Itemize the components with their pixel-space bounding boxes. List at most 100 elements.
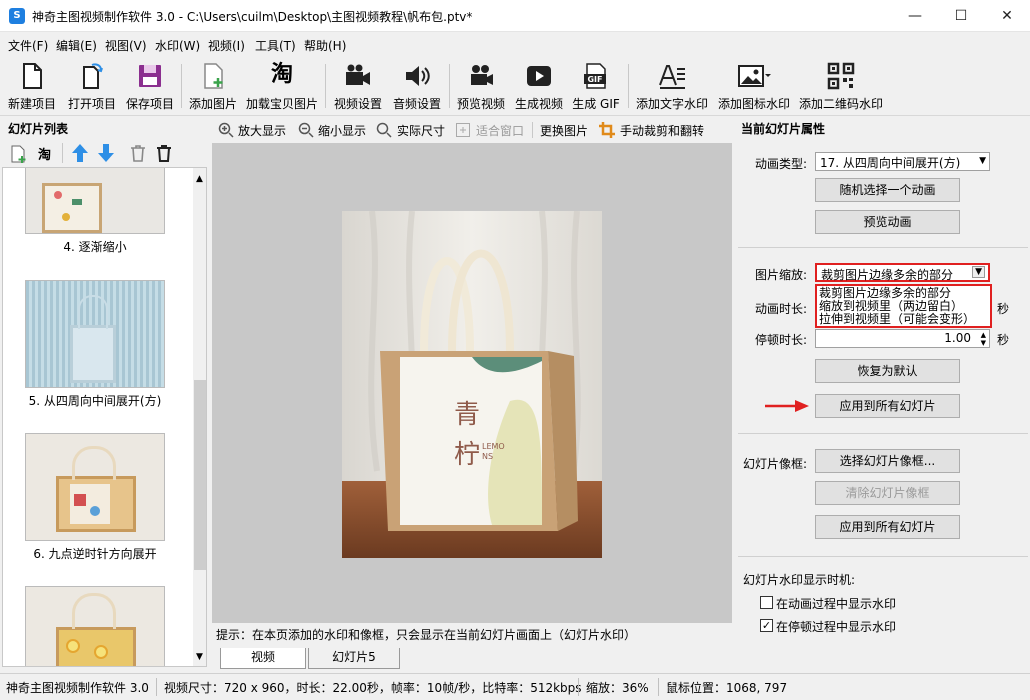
generate-gif-button[interactable]: GIF 生成 GIF [569,59,623,113]
slide-thumbnail-selected[interactable]: 5. 从四周向中间展开(方) [25,280,165,409]
scroll-thumb[interactable] [194,380,206,570]
animation-type-select[interactable]: 17. 从四周向中间展开(方) ▼ [815,152,990,171]
image-scale-select[interactable]: 裁剪图片边缘多余的部分 ▼ [815,263,990,282]
choose-frame-button[interactable]: 选择幻灯片像框... [815,449,960,473]
image-scale-label: 图片缩放: [755,268,808,282]
slide-image [25,586,165,666]
new-project-button[interactable]: 新建项目 [4,59,60,113]
taobao-slide-icon[interactable]: 淘 [38,144,51,163]
add-image-button[interactable]: 添加图片 [186,59,240,113]
add-slide-icon[interactable] [8,144,28,164]
animation-duration-label: 动画时长: [755,302,808,316]
save-project-button[interactable]: 保存项目 [122,59,178,113]
zoom-in-button[interactable]: 放大显示 [238,122,286,139]
slide-list-toolbar: 淘 [0,140,210,166]
tab-slide5[interactable]: 幻灯片5 [308,648,400,669]
minimize-button[interactable]: — [892,0,938,32]
reset-default-button[interactable]: 恢复为默认 [815,359,960,383]
menu-file[interactable]: 文件(F) [8,37,48,54]
divider [738,247,1028,248]
speaker-icon [406,66,430,86]
pause-duration-input[interactable]: 1.00 ▲ ▼ [815,329,990,348]
show-during-animation-label[interactable]: 在动画过程中显示水印 [776,595,896,612]
scale-option[interactable]: 拉伸到视频里（可能会变形） [819,313,975,326]
toolbar: 新建项目 打开项目 保存项目 添加图片 淘 加载宝贝图片 视频设置 音频设置 预… [0,56,1030,116]
svg-text:NS: NS [482,452,493,461]
toolbar-separator [628,64,629,108]
toolbar-separator [181,64,182,108]
slide-thumbnail[interactable] [25,586,165,666]
clear-frame-button[interactable]: 清除幻灯片像框 [815,481,960,505]
apply-frame-all-button[interactable]: 应用到所有幻灯片 [815,515,960,539]
qr-code-icon [827,62,855,90]
crop-icon [599,122,615,138]
menu-video[interactable]: 视频(I) [208,37,245,54]
menu-view[interactable]: 视图(V) [105,37,147,54]
close-button[interactable]: ✕ [984,0,1030,32]
chevron-down-icon: ▼ [979,156,986,166]
delete-all-icon[interactable] [154,143,174,163]
video-settings-button[interactable]: 视频设置 [330,59,386,113]
menu-tools[interactable]: 工具(T) [255,37,296,54]
menu-help[interactable]: 帮助(H) [304,37,346,54]
fit-window-button[interactable]: 适合窗口 [476,122,524,139]
toolbar-separator [449,64,450,108]
menu-watermark[interactable]: 水印(W) [155,37,200,54]
slide-image [25,433,165,541]
slide-thumbnail[interactable]: 6. 九点逆时针方向展开 [25,433,165,562]
movie-camera-icon [471,65,493,85]
slide-frame-label: 幻灯片像框: [743,457,808,471]
actual-size-icon [376,122,392,138]
status-app-name: 神奇主图视频制作软件 3.0 [6,681,149,695]
move-up-icon[interactable] [70,143,90,163]
random-animation-button[interactable]: 随机选择一个动画 [815,178,960,202]
status-mouse-position: 鼠标位置：1068, 797 [666,681,788,695]
slide-thumbnail[interactable]: 4. 逐渐缩小 [25,168,165,255]
replace-image-button[interactable]: 更换图片 [540,122,588,139]
image-scale-dropdown[interactable]: 裁剪图片边缘多余的部分 缩放到视频里（两边留白） 拉伸到视频里（可能会变形） [815,284,992,328]
svg-text:柠: 柠 [454,440,480,470]
chevron-down-icon: ▼ [972,266,985,278]
tab-video[interactable]: 视频 [220,648,306,669]
spinner-icon[interactable]: ▲ ▼ [981,331,986,347]
new-file-icon [23,63,42,89]
add-text-watermark-button[interactable]: 添加文字水印 [632,59,712,113]
taobao-icon: 淘 [270,62,293,87]
load-taobao-image-button[interactable]: 淘 加载宝贝图片 [244,59,320,113]
manual-crop-button[interactable]: 手动裁剪和翻转 [620,122,704,139]
slide-preview-image: 青 柠 LEMO NS [342,210,602,558]
apply-all-slides-button[interactable]: 应用到所有幻灯片 [815,394,960,418]
scroll-down-icon[interactable]: ▼ [196,652,203,662]
scroll-up-icon[interactable]: ▲ [196,174,203,184]
preview-animation-button[interactable]: 预览动画 [815,210,960,234]
show-during-pause-label[interactable]: 在停顿过程中显示水印 [776,618,896,635]
zoom-out-icon [298,122,314,138]
add-qr-watermark-button[interactable]: 添加二维码水印 [796,59,886,113]
slide-thumbnail-list[interactable]: 4. 逐渐缩小 5. 从四周向中间展开(方) 6. 九点逆时针方向展开 ▲ ▼ [2,167,207,667]
delete-icon[interactable] [128,143,148,163]
status-video-info: 视频尺寸：720 x 960，时长：22.00秒，帧率：10帧/秒，比特率：51… [164,681,582,695]
generate-video-button[interactable]: 生成视频 [512,59,566,113]
animation-type-label: 动画类型: [755,157,808,171]
tool-separator [62,143,63,163]
maximize-button[interactable]: ☐ [938,0,984,32]
audio-settings-button[interactable]: 音频设置 [389,59,445,113]
toolbar-separator [325,64,326,108]
image-icon [738,65,771,87]
svg-text:GIF: GIF [587,75,602,84]
status-zoom: 缩放：36% [586,681,649,695]
zoom-out-button[interactable]: 缩小显示 [318,122,366,139]
thumbnail-scrollbar[interactable]: ▲ ▼ [193,168,206,666]
show-during-animation-checkbox[interactable] [760,596,773,609]
status-bar: 神奇主图视频制作软件 3.0 视频尺寸：720 x 960，时长：22.00秒，… [0,673,1030,700]
actual-size-button[interactable]: 实际尺寸 [397,122,445,139]
hint-text: 提示：在本页添加的水印和像框，只会显示在当前幻灯片画面上（幻灯片水印） [212,623,732,645]
show-during-pause-checkbox[interactable]: ✓ [760,619,773,632]
move-down-icon[interactable] [96,143,116,163]
open-project-button[interactable]: 打开项目 [64,59,120,113]
menu-edit[interactable]: 编辑(E) [56,37,97,54]
svg-text:LEMO: LEMO [482,442,505,451]
save-icon [139,65,161,87]
preview-video-button[interactable]: 预览视频 [453,59,509,113]
add-icon-watermark-button[interactable]: 添加图标水印 [714,59,794,113]
